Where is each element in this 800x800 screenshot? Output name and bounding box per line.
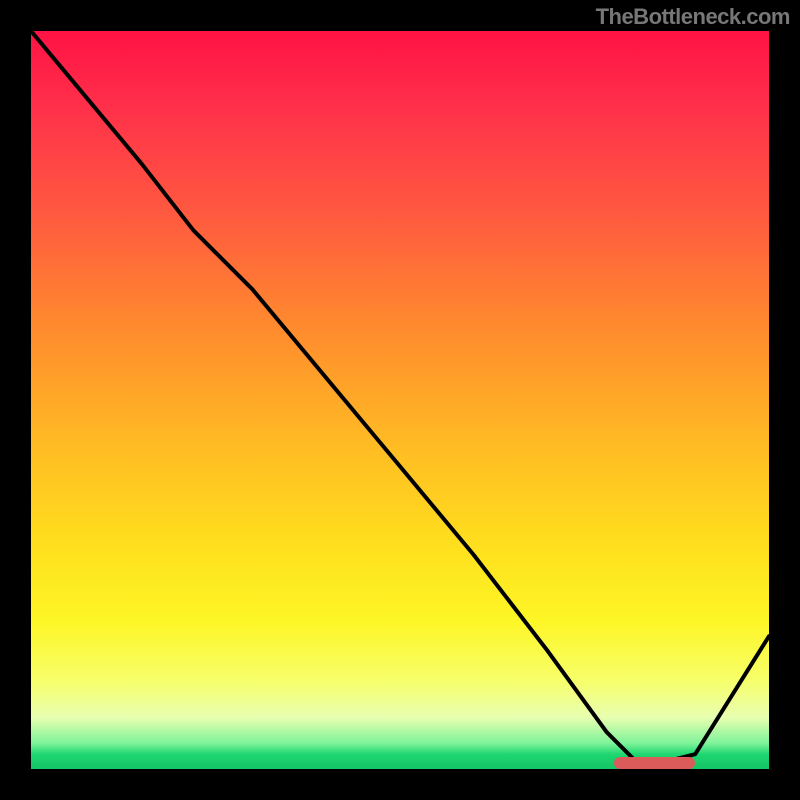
curve-svg bbox=[31, 31, 769, 769]
chart-frame: TheBottleneck.com bbox=[0, 0, 800, 800]
optimum-marker bbox=[614, 757, 695, 769]
attribution-text: TheBottleneck.com bbox=[596, 4, 790, 30]
plot-area bbox=[31, 31, 769, 769]
curve-line bbox=[31, 31, 769, 762]
